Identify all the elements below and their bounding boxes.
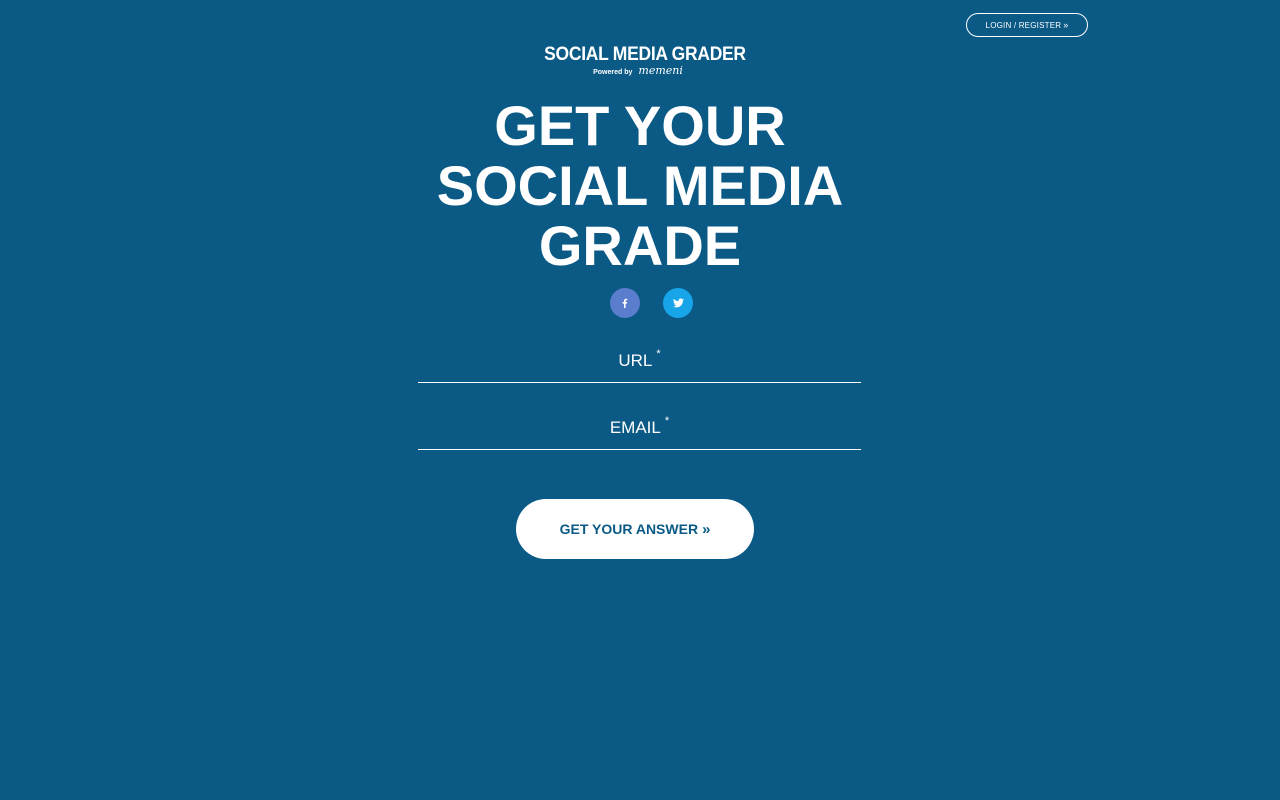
- get-your-answer-button[interactable]: GET YOUR ANSWER »: [516, 499, 754, 559]
- facebook-icon: [622, 298, 628, 308]
- page-title-line-2: SOCIAL MEDIA: [436, 154, 844, 217]
- page-title-line-3: GRADE: [538, 214, 742, 277]
- logo-title: SOCIAL MEDIA GRADER: [544, 44, 746, 65]
- login-register-button[interactable]: LOGIN / REGISTER »: [966, 13, 1088, 37]
- logo[interactable]: SOCIAL MEDIA GRADER Powered by memeni: [536, 44, 746, 78]
- double-chevron-right-icon: »: [1063, 20, 1069, 30]
- twitter-icon: [672, 298, 684, 308]
- page-title: GET YOUR SOCIAL MEDIA GRADE: [340, 96, 940, 276]
- brand-wordmark: memeni: [638, 64, 683, 77]
- url-field: URL *: [418, 348, 865, 384]
- facebook-share-button[interactable]: [610, 288, 640, 318]
- login-register-label: LOGIN / REGISTER: [985, 20, 1062, 30]
- submit-label: GET YOUR ANSWER: [559, 521, 699, 537]
- url-input[interactable]: [418, 348, 865, 384]
- logo-powered-by: Powered by memeni: [536, 65, 740, 78]
- email-field: EMAIL *: [418, 415, 865, 451]
- page-title-line-1: GET YOUR: [494, 94, 786, 157]
- email-input[interactable]: [418, 415, 865, 451]
- double-chevron-right-icon: »: [702, 520, 711, 538]
- powered-by-text: Powered by: [593, 69, 633, 76]
- twitter-share-button[interactable]: [663, 288, 693, 318]
